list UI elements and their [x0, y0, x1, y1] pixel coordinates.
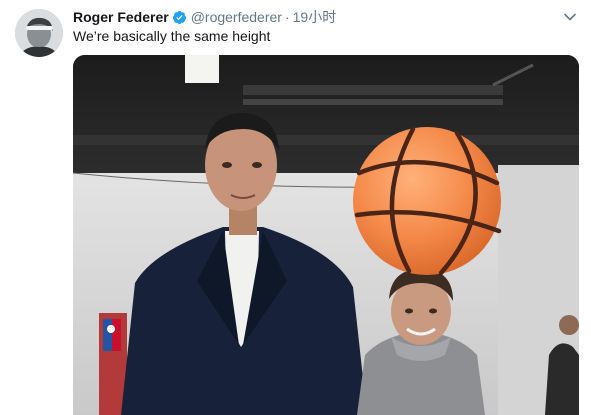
tweet-photo[interactable]: [73, 55, 579, 415]
separator-dot: ·: [284, 9, 290, 25]
photo-image: [73, 55, 579, 415]
tweet-text: We’re basically the same height: [73, 28, 271, 44]
tweet-timestamp[interactable]: 19小时: [293, 8, 337, 26]
chevron-down-icon[interactable]: [563, 10, 577, 24]
avatar[interactable]: [15, 9, 63, 57]
tweet-header: Roger Federer @rogerfederer · 19小时: [73, 8, 336, 26]
display-name[interactable]: Roger Federer: [73, 8, 169, 26]
avatar-image: [15, 9, 63, 57]
tweet-card: Roger Federer @rogerfederer · 19小时 We’re…: [0, 0, 591, 415]
user-handle[interactable]: @rogerfederer: [191, 8, 282, 26]
verified-badge-icon: [172, 10, 186, 24]
